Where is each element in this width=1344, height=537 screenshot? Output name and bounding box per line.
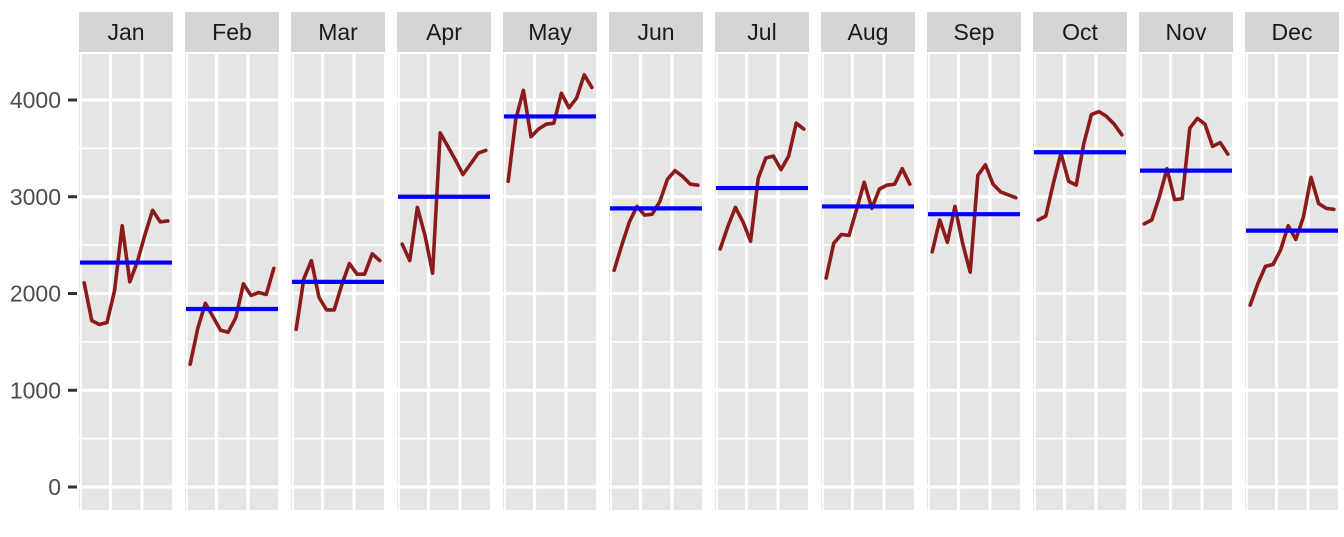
panel-background-apr — [397, 54, 491, 510]
strip-label-oct: Oct — [1062, 19, 1098, 45]
facet-panel-aug: Aug — [821, 12, 916, 510]
facet-panel-oct: Oct — [1033, 12, 1128, 510]
plot-area: 0 1000 2000 3000 4000 Jan Feb Mar Apr May Jun Jul A… — [10, 12, 1340, 510]
facet-panel-jan: Jan — [79, 12, 174, 510]
strip-label-may: May — [528, 19, 572, 45]
y-axis-tick-label: 2000 — [10, 281, 61, 307]
strip-label-jun: Jun — [637, 19, 674, 45]
facet-panels: Jan Feb Mar Apr May Jun Jul Aug Sep Oct Nov Dec — [79, 12, 1340, 510]
y-axis: 0 1000 2000 3000 4000 — [10, 87, 77, 500]
strip-label-nov: Nov — [1166, 19, 1207, 45]
facet-panel-may: May — [503, 12, 598, 510]
y-axis-tick-label: 4000 — [10, 87, 61, 113]
y-axis-tick-label: 3000 — [10, 184, 61, 210]
facet-panel-feb: Feb — [185, 12, 280, 510]
strip-label-sep: Sep — [954, 19, 995, 45]
facet-panel-nov: Nov — [1139, 12, 1234, 510]
panel-background-feb — [185, 54, 279, 510]
strip-label-jul: Jul — [747, 19, 776, 45]
facet-panel-sep: Sep — [927, 12, 1022, 510]
strip-label-aug: Aug — [848, 19, 889, 45]
panel-background-jan — [79, 54, 173, 510]
strip-label-apr: Apr — [426, 19, 462, 45]
strip-label-feb: Feb — [212, 19, 252, 45]
faceted-line-chart: 0 1000 2000 3000 4000 Jan Feb Mar Apr May Jun Jul A… — [0, 0, 1344, 537]
facet-panel-dec: Dec — [1245, 12, 1340, 510]
facet-panel-mar: Mar — [291, 12, 386, 510]
strip-label-mar: Mar — [318, 19, 358, 45]
facet-panel-jul: Jul — [715, 12, 810, 510]
y-axis-tick-label: 1000 — [10, 377, 61, 403]
panel-background-jun — [609, 54, 703, 510]
strip-label-jan: Jan — [107, 19, 144, 45]
strip-label-dec: Dec — [1272, 19, 1313, 45]
facet-panel-apr: Apr — [397, 12, 492, 510]
y-axis-tick-label: 0 — [48, 474, 61, 500]
panel-background-sep — [927, 54, 1021, 510]
facet-panel-jun: Jun — [609, 12, 704, 510]
panel-background-aug — [821, 54, 915, 510]
panel-background-nov — [1139, 54, 1233, 510]
